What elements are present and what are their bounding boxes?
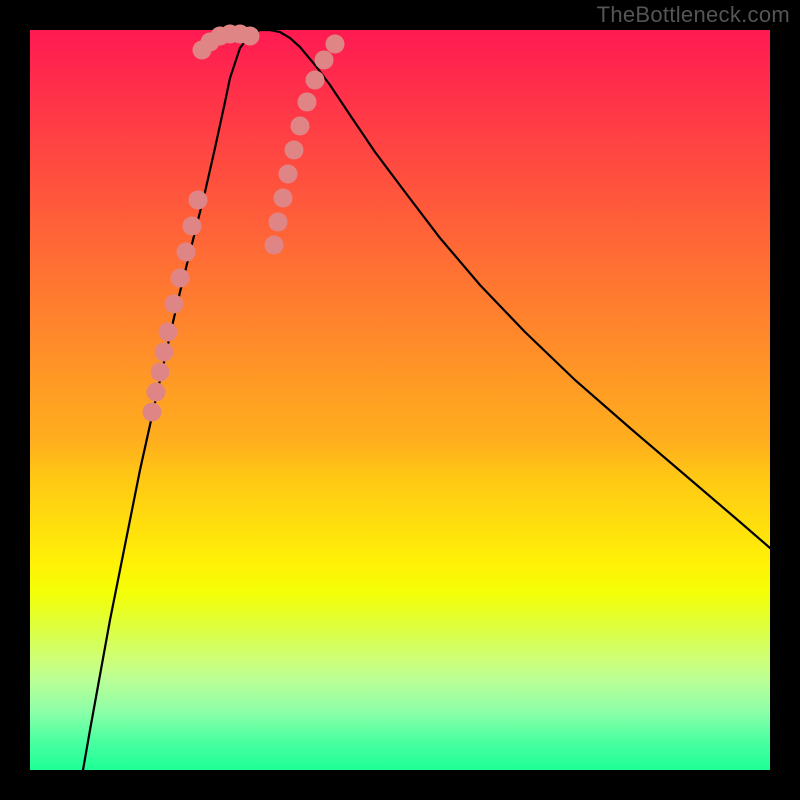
data-marker [285, 141, 304, 160]
data-marker [241, 27, 260, 46]
data-marker [279, 165, 298, 184]
data-marker [306, 71, 325, 90]
data-marker [165, 295, 184, 314]
data-marker [265, 236, 284, 255]
data-marker [291, 117, 310, 136]
data-marker [274, 189, 293, 208]
data-marker [298, 93, 317, 112]
data-marker [183, 217, 202, 236]
data-marker [326, 35, 345, 54]
markers-right-cluster [265, 35, 345, 255]
data-marker [315, 51, 334, 70]
data-marker [151, 363, 170, 382]
bottleneck-curve [83, 30, 770, 770]
data-marker [171, 269, 190, 288]
data-marker [269, 213, 288, 232]
data-marker [143, 403, 162, 422]
chart-frame: TheBottleneck.com [0, 0, 800, 800]
data-marker [159, 323, 178, 342]
data-marker [189, 191, 208, 210]
data-marker [147, 383, 166, 402]
markers-bottom-cluster [193, 25, 260, 60]
curve-svg [30, 30, 770, 770]
watermark-text: TheBottleneck.com [597, 2, 790, 28]
plot-area [30, 30, 770, 770]
data-marker [177, 243, 196, 262]
data-marker [155, 343, 174, 362]
markers-left-cluster [143, 191, 208, 422]
